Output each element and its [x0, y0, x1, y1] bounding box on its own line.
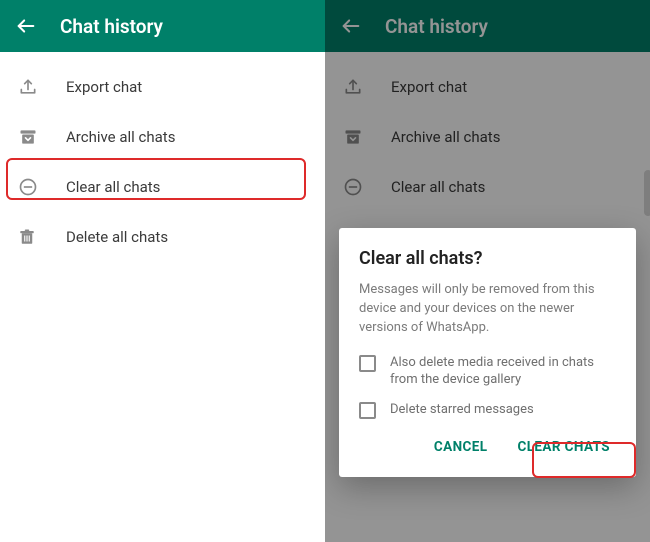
option-label: Delete all chats — [66, 228, 168, 246]
clear-chats-button[interactable]: CLEAR CHATS — [511, 431, 616, 463]
upload-icon — [18, 77, 66, 97]
screen-chat-history-settings: Chat history Export chat Archive all cha… — [0, 0, 325, 542]
option-clear-all-chats[interactable]: Clear all chats — [0, 162, 325, 212]
option-delete-all-chats[interactable]: Delete all chats — [0, 212, 325, 262]
option-export-chat[interactable]: Export chat — [0, 62, 325, 112]
checkbox-icon — [359, 402, 376, 419]
dialog-body: Messages will only be removed from this … — [359, 281, 616, 338]
cancel-button[interactable]: CANCEL — [428, 431, 494, 463]
option-label: Clear all chats — [66, 178, 160, 196]
checkbox-label: Delete starred messages — [390, 401, 534, 419]
trash-icon — [18, 227, 66, 247]
archive-icon — [18, 127, 66, 147]
option-label: Export chat — [66, 78, 142, 96]
options-list: Export chat Archive all chats Clear all … — [0, 52, 325, 262]
dialog-actions: CANCEL CLEAR CHATS — [359, 431, 616, 463]
screen-clear-chats-dialog: Chat history Export chat Archive all cha… — [325, 0, 650, 542]
appbar: Chat history — [0, 0, 325, 52]
checkbox-icon — [359, 355, 376, 372]
option-label: Archive all chats — [66, 128, 175, 146]
checkbox-delete-starred[interactable]: Delete starred messages — [359, 401, 616, 419]
checkbox-delete-media[interactable]: Also delete media received in chats from… — [359, 354, 616, 389]
checkbox-label: Also delete media received in chats from… — [390, 354, 616, 389]
page-title: Chat history — [60, 15, 163, 38]
dialog-title: Clear all chats? — [359, 248, 616, 269]
minus-circle-icon — [18, 177, 66, 197]
back-arrow-icon[interactable] — [14, 14, 38, 38]
dialog-clear-all-chats: Clear all chats? Messages will only be r… — [339, 228, 636, 477]
option-archive-all-chats[interactable]: Archive all chats — [0, 112, 325, 162]
